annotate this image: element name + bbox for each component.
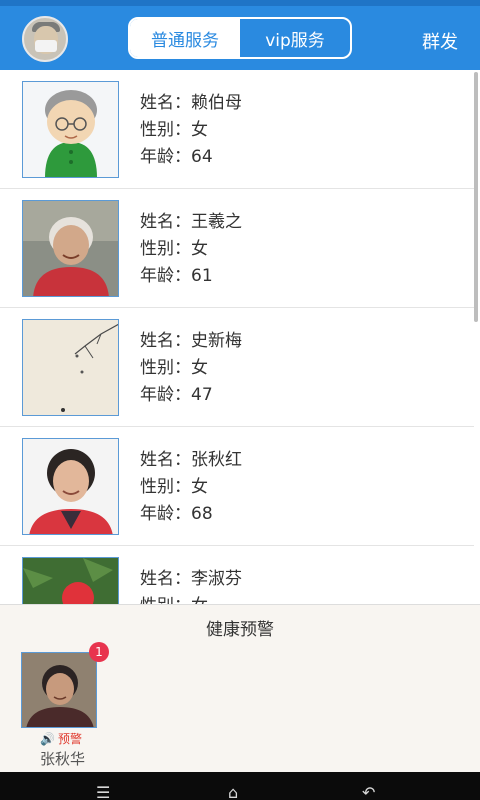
flower-image <box>23 558 118 604</box>
elder-photo <box>22 81 119 178</box>
scrollbar[interactable] <box>474 72 478 322</box>
elder-photo <box>22 200 119 297</box>
warning-label: 🔊 预警 <box>40 730 82 747</box>
home-icon[interactable]: ⌂ <box>228 785 238 800</box>
elder-gender: 性别：女 <box>140 239 208 259</box>
list-item[interactable]: 姓名：史新梅 性别：女 年龄：47 <box>0 308 474 427</box>
elder-photo <box>22 438 119 535</box>
elder-age: 年龄：64 <box>140 147 213 167</box>
elder-gender: 性别：女 <box>140 358 208 378</box>
elder-info: 姓名：王羲之 性别：女 年龄：61 <box>140 209 242 290</box>
elder-info: 姓名：史新梅 性别：女 年龄：47 <box>140 328 242 409</box>
elder-info: 姓名：赖伯母 性别：女 年龄：64 <box>140 90 242 171</box>
service-segmented-control: 普通服务 vip服务 <box>128 17 352 59</box>
top-bar: 普通服务 vip服务 群发 <box>0 0 480 70</box>
tab-vip-service[interactable]: vip服务 <box>240 19 350 57</box>
avatar-mask <box>35 40 57 52</box>
elder-portrait-image <box>23 201 118 296</box>
back-icon[interactable]: ↶ <box>362 785 375 800</box>
elder-age: 年龄：68 <box>140 504 213 524</box>
elder-info: 姓名：张秋红 性别：女 年龄：68 <box>140 447 242 528</box>
health-warning-title: 健康预警 <box>206 620 274 640</box>
menu-icon[interactable]: ☰ <box>96 785 110 800</box>
warning-elder-photo[interactable] <box>21 652 97 728</box>
elder-name: 姓名：张秋红 <box>140 450 242 470</box>
elder-gender: 性别：女 <box>140 477 208 497</box>
elder-age: 年龄：47 <box>140 385 213 405</box>
ink-branch-image <box>23 320 118 415</box>
warning-elder-name: 张秋华 <box>40 750 86 768</box>
elder-photo <box>22 319 119 416</box>
list-item[interactable]: 姓名：王羲之 性别：女 年龄：61 <box>0 189 474 308</box>
group-send-button[interactable]: 群发 <box>422 28 458 54</box>
elder-info: 姓名：李淑芬 性别：女 <box>140 566 242 604</box>
elder-portrait-image <box>22 653 96 727</box>
elder-name: 姓名：史新梅 <box>140 331 242 351</box>
system-nav-bar: ☰ ⌂ ↶ <box>0 772 480 800</box>
elder-age: 年龄：61 <box>140 266 213 286</box>
elder-list[interactable]: 姓名：赖伯母 性别：女 年龄：64 姓名：王羲之 性别：女 年龄：61 姓名：史… <box>0 70 480 604</box>
list-item[interactable]: 姓名：张秋红 性别：女 年龄：68 <box>0 427 474 546</box>
elder-gender: 性别：女 <box>140 120 208 140</box>
tab-normal-service[interactable]: 普通服务 <box>130 19 240 57</box>
elder-name: 姓名：李淑芬 <box>140 569 242 589</box>
list-item[interactable]: 姓名：赖伯母 性别：女 年龄：64 <box>0 70 474 189</box>
user-avatar[interactable] <box>22 16 68 62</box>
elder-name: 姓名：王羲之 <box>140 212 242 232</box>
elder-name: 姓名：赖伯母 <box>140 93 242 113</box>
warning-label-text: 预警 <box>57 732 82 746</box>
elder-gender: 性别：女 <box>140 593 242 604</box>
warning-count-badge: 1 <box>89 642 109 662</box>
elder-photo <box>22 557 119 604</box>
list-item[interactable]: 姓名：李淑芬 性别：女 <box>0 546 474 604</box>
elder-portrait-image <box>23 439 118 534</box>
health-warning-panel: 健康预警 1 🔊 预警 张秋华 <box>0 604 480 772</box>
speaker-icon: 🔊 <box>40 732 55 746</box>
cartoon-grandma-image <box>23 82 118 177</box>
